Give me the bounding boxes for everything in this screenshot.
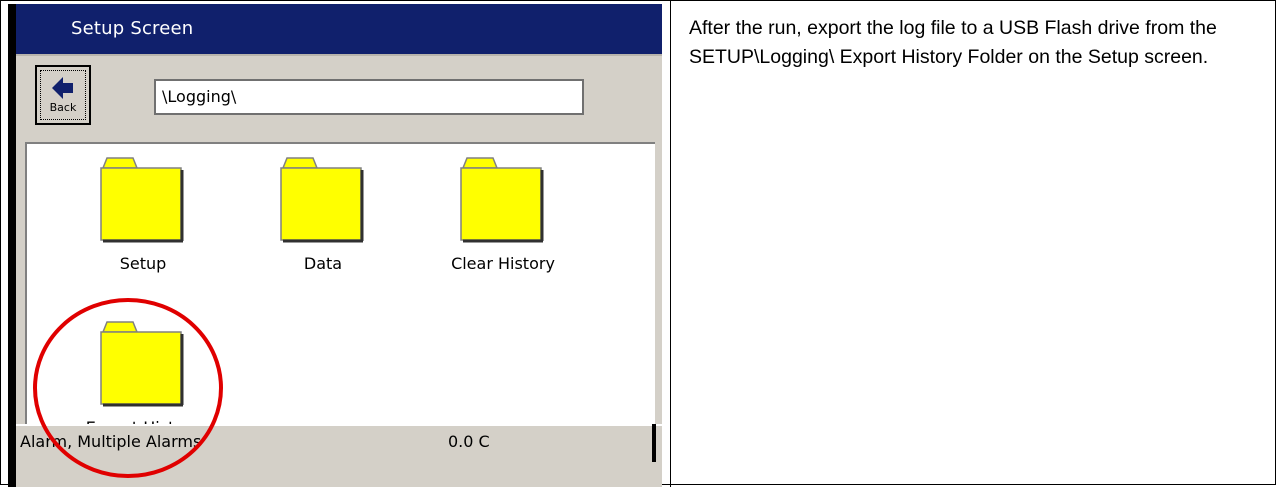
table-divider xyxy=(670,0,671,487)
path-field[interactable]: \Logging\ xyxy=(154,79,584,115)
instruction-text: After the run, export the log file to a … xyxy=(689,17,1217,68)
back-button[interactable]: Back xyxy=(35,65,91,125)
folder-label: Setup xyxy=(119,254,167,273)
folder-view: Setup Data Clear History xyxy=(25,142,655,437)
folder-setup[interactable]: Setup xyxy=(73,154,213,274)
screen-frame-edge xyxy=(8,4,16,487)
folder-clear-history[interactable]: Clear History xyxy=(433,154,573,274)
folder-export-history[interactable]: Export History xyxy=(73,318,213,438)
screen-frame-edge xyxy=(652,424,656,462)
folder-icon xyxy=(460,157,544,243)
setup-screen-screenshot: Setup Screen Back \Logging\ Setup Data C… xyxy=(8,4,662,487)
folder-icon xyxy=(280,157,364,243)
title-bar: Setup Screen xyxy=(16,4,662,56)
folder-icon xyxy=(100,321,184,407)
window-title: Setup Screen xyxy=(71,18,194,39)
folder-data[interactable]: Data xyxy=(253,154,393,274)
temperature-readout: 0.0 C xyxy=(448,432,490,451)
alarm-status[interactable]: Alarm, Multiple Alarms xyxy=(20,432,201,451)
folder-icon xyxy=(100,157,184,243)
status-bar: Alarm, Multiple Alarms 0.0 C xyxy=(16,424,662,462)
back-arrow-icon xyxy=(52,77,73,99)
back-button-label: Back xyxy=(49,101,77,114)
folder-label: Data xyxy=(303,254,343,273)
folder-label: Clear History xyxy=(451,254,555,273)
